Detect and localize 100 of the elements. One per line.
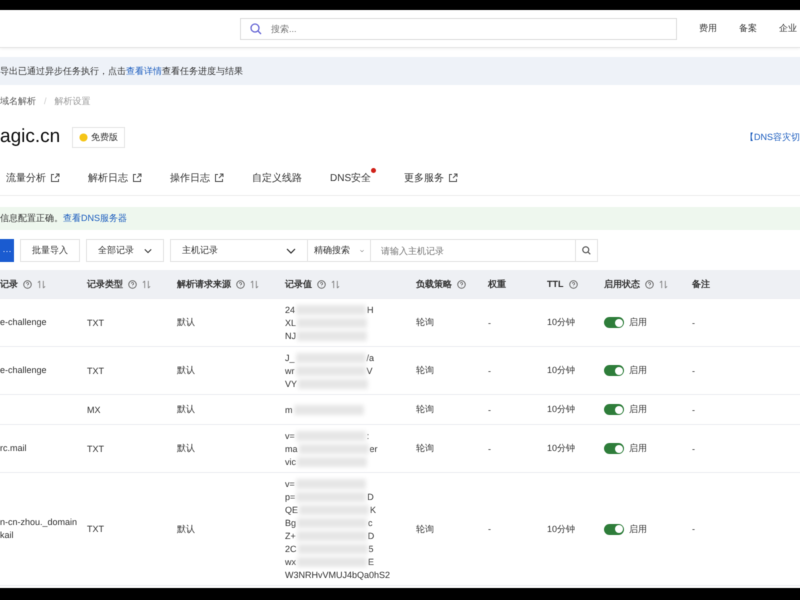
external-link-icon bbox=[50, 172, 60, 182]
tab[interactable]: 操作日志 bbox=[170, 168, 224, 184]
record-value-text: E bbox=[368, 556, 374, 566]
toggle-switch[interactable] bbox=[604, 524, 624, 534]
record-value-text: NJ bbox=[285, 330, 296, 340]
tab[interactable]: DNS安全 bbox=[330, 168, 376, 184]
table-cell: TXT bbox=[87, 318, 104, 328]
table-cell: 10分钟 bbox=[547, 522, 576, 536]
column-header[interactable]: 备注 bbox=[692, 278, 792, 290]
blurred-region bbox=[297, 318, 368, 328]
toggle-switch[interactable] bbox=[604, 365, 624, 376]
record-value-text: V bbox=[366, 366, 373, 376]
status-label: 启用 bbox=[629, 316, 647, 329]
table-cell: - bbox=[692, 404, 695, 414]
help-icon bbox=[23, 280, 32, 288]
search-field[interactable]: 搜索... bbox=[240, 18, 677, 40]
more-button[interactable]: ··· bbox=[0, 239, 14, 262]
record-value-text: : bbox=[366, 430, 370, 440]
toggle-switch[interactable] bbox=[604, 317, 624, 328]
match-mode-dropdown[interactable]: 精确搜索 bbox=[307, 239, 371, 262]
record-filter-dropdown[interactable]: 全部记录 bbox=[86, 239, 164, 262]
help-icon bbox=[645, 280, 654, 288]
record-value-text: D bbox=[368, 530, 374, 540]
record-value-text: er bbox=[370, 444, 378, 454]
table-cell: - bbox=[488, 524, 491, 534]
record-value-text: vic bbox=[285, 456, 296, 466]
blurred-region bbox=[294, 404, 364, 414]
blurred-region bbox=[299, 504, 370, 514]
table-cell: 默认 bbox=[177, 316, 195, 329]
top-nav-link[interactable]: 企业 bbox=[779, 22, 797, 35]
blurred-region bbox=[297, 556, 367, 566]
top-nav-link[interactable]: 费用 bbox=[699, 22, 717, 35]
record-value-text: Z+ bbox=[285, 530, 296, 540]
record-value-text: wx bbox=[285, 556, 296, 566]
column-header[interactable]: 解析请求来源 bbox=[177, 278, 285, 290]
external-link-icon bbox=[214, 172, 224, 182]
blurred-region bbox=[297, 518, 368, 528]
blurred-region bbox=[296, 304, 366, 314]
table-cell: 默认 bbox=[177, 364, 195, 377]
table-cell-text: e-challenge bbox=[0, 364, 48, 377]
chevron-icon bbox=[286, 248, 296, 254]
record-value-text: p= bbox=[285, 492, 296, 502]
tab[interactable]: 解析日志 bbox=[88, 168, 142, 184]
breadcrumb-separator: / bbox=[44, 96, 47, 106]
table-cell: - bbox=[488, 318, 491, 328]
column-header[interactable]: 负载策略 bbox=[416, 278, 488, 290]
blurred-region bbox=[298, 544, 368, 554]
help-icon bbox=[317, 280, 326, 288]
table-cell: 轮询 bbox=[416, 522, 434, 536]
table-cell: TXT bbox=[87, 524, 104, 534]
table-cell: - bbox=[488, 444, 491, 454]
record-value-text: W3NRHvVMUJ4bQa0hS2 bbox=[285, 570, 390, 580]
breadcrumb-link[interactable]: 域名解析 bbox=[0, 94, 36, 108]
search-button[interactable] bbox=[575, 239, 598, 262]
column-header[interactable]: TTL bbox=[547, 279, 604, 289]
table-cell: 轮询 bbox=[416, 403, 434, 416]
details-link[interactable]: 查看详情 bbox=[126, 66, 162, 76]
table-cell: 默认 bbox=[177, 403, 195, 416]
notice-text: 导出已通过异步任务执行，点击查看详情查看任务进度与结果 bbox=[0, 64, 243, 78]
disaster-recovery-link[interactable]: 【DNS容灾切 bbox=[744, 130, 800, 144]
record-value-text: 2C bbox=[285, 544, 297, 554]
table-cell: 默认 bbox=[177, 522, 195, 536]
record-value-text: J_ bbox=[285, 352, 295, 362]
blurred-region bbox=[297, 456, 367, 466]
column-header[interactable]: 记录值 bbox=[285, 278, 416, 290]
sort-icon[interactable] bbox=[37, 280, 46, 288]
help-icon bbox=[568, 280, 578, 288]
column-header[interactable]: 权重 bbox=[488, 278, 547, 290]
plan-label: 免费版 bbox=[91, 130, 118, 144]
blurred-region bbox=[296, 366, 366, 376]
table-cell: 10分钟 bbox=[547, 403, 576, 416]
toggle-switch[interactable] bbox=[604, 443, 624, 454]
record-value-text: /a bbox=[366, 352, 374, 362]
record-value-text: v= bbox=[285, 478, 295, 488]
table-cell: MX bbox=[87, 404, 100, 414]
sort-icon[interactable] bbox=[250, 280, 259, 288]
table-cell: 轮询 bbox=[416, 442, 434, 455]
status-label: 启用 bbox=[629, 442, 647, 455]
column-header[interactable]: 启用状态 bbox=[604, 278, 692, 290]
top-nav-link[interactable]: 备案 bbox=[739, 22, 757, 35]
record-value-text: ma bbox=[285, 444, 298, 454]
toggle-switch[interactable] bbox=[604, 404, 624, 415]
import-button[interactable]: 批量导入 bbox=[20, 239, 80, 262]
column-header[interactable]: 记录 bbox=[0, 278, 87, 290]
table-cell: 轮询 bbox=[416, 316, 434, 329]
field-dropdown[interactable]: 主机记录 bbox=[170, 239, 308, 262]
column-header[interactable]: 记录类型 bbox=[87, 278, 177, 290]
table-cell: TXT bbox=[87, 444, 104, 454]
search-icon bbox=[582, 246, 591, 255]
dns-server-link[interactable]: 查看DNS服务器 bbox=[63, 213, 128, 223]
blurred-region bbox=[296, 530, 367, 540]
tab[interactable]: 流量分析 bbox=[6, 168, 60, 184]
record-value-text: XL bbox=[285, 318, 296, 328]
sort-icon[interactable] bbox=[142, 280, 151, 288]
sort-icon[interactable] bbox=[331, 280, 340, 288]
sort-icon[interactable] bbox=[659, 280, 668, 288]
host-search-field[interactable]: 请输入主机记录 bbox=[370, 239, 576, 262]
table-cell: - bbox=[692, 444, 695, 454]
tab[interactable]: 更多服务 bbox=[404, 168, 458, 184]
tab[interactable]: 自定义线路 bbox=[252, 168, 302, 184]
